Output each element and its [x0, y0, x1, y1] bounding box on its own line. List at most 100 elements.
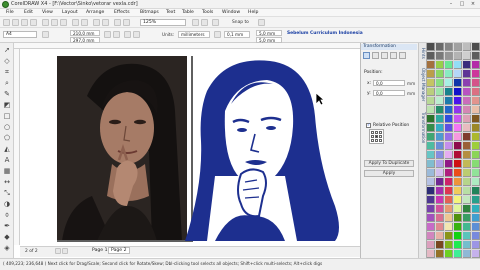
rectangle-tool-icon[interactable]: □ — [3, 112, 11, 120]
color-swatch[interactable] — [445, 196, 453, 204]
color-swatch[interactable] — [472, 88, 480, 96]
color-swatch[interactable] — [454, 169, 462, 177]
cut-icon[interactable] — [42, 19, 49, 26]
color-swatch[interactable] — [472, 70, 480, 78]
apply-button[interactable]: Apply — [364, 170, 414, 177]
color-swatch[interactable] — [454, 97, 462, 105]
color-swatch[interactable] — [436, 124, 444, 132]
import-icon[interactable] — [93, 19, 100, 26]
menu-window[interactable]: Window — [222, 10, 240, 15]
color-swatch[interactable] — [454, 214, 462, 222]
color-swatch[interactable] — [427, 70, 435, 78]
color-swatch[interactable] — [445, 43, 453, 51]
undo-icon[interactable] — [72, 19, 79, 26]
color-swatch[interactable] — [436, 151, 444, 159]
color-swatch[interactable] — [472, 223, 480, 231]
color-swatch[interactable] — [454, 88, 462, 96]
color-swatch[interactable] — [463, 52, 471, 60]
color-swatch[interactable] — [463, 79, 471, 87]
menu-layout[interactable]: Layout — [62, 10, 78, 15]
color-swatch[interactable] — [454, 241, 462, 249]
color-swatch[interactable] — [427, 223, 435, 231]
color-swatch[interactable] — [427, 160, 435, 168]
relative-position-checkbox[interactable]: ✓ — [366, 123, 371, 128]
color-swatch[interactable] — [472, 151, 480, 159]
color-swatch[interactable] — [454, 43, 462, 51]
color-swatch[interactable] — [454, 160, 462, 168]
tab-page-2[interactable]: Page 2 — [108, 247, 130, 254]
color-swatch[interactable] — [463, 160, 471, 168]
portrait-icon[interactable] — [104, 31, 111, 38]
redo-icon[interactable] — [81, 19, 88, 26]
color-swatch[interactable] — [445, 160, 453, 168]
vector-portrait[interactable] — [185, 56, 365, 246]
color-swatch[interactable] — [436, 61, 444, 69]
anchor-middle-right[interactable] — [379, 135, 382, 138]
color-swatch[interactable] — [454, 205, 462, 213]
color-swatch[interactable] — [463, 97, 471, 105]
shape-tool-icon[interactable]: ◇ — [3, 57, 11, 65]
color-swatch[interactable] — [445, 151, 453, 159]
anchor-bottom-left[interactable] — [371, 139, 374, 142]
position-y-input[interactable]: 0,0 — [373, 90, 405, 96]
color-swatch[interactable] — [463, 70, 471, 78]
color-swatch[interactable] — [472, 160, 480, 168]
color-swatch[interactable] — [445, 169, 453, 177]
color-swatch[interactable] — [463, 187, 471, 195]
color-swatch[interactable] — [445, 88, 453, 96]
basic-shapes-tool-icon[interactable]: ◭ — [3, 145, 11, 153]
menu-bitmaps[interactable]: Bitmaps — [140, 10, 159, 15]
current-page-icon[interactable] — [133, 31, 140, 38]
color-swatch[interactable] — [472, 169, 480, 177]
anchor-bottom-right[interactable] — [379, 139, 382, 142]
nudge-field[interactable]: 0,1 mm — [224, 31, 250, 38]
color-swatch[interactable] — [472, 106, 480, 114]
color-swatch[interactable] — [436, 160, 444, 168]
color-swatch[interactable] — [463, 88, 471, 96]
color-swatch[interactable] — [472, 205, 480, 213]
color-swatch[interactable] — [445, 232, 453, 240]
color-swatch[interactable] — [463, 214, 471, 222]
skew-tab-icon[interactable] — [399, 52, 406, 59]
anchor-top-left[interactable] — [371, 131, 374, 134]
save-icon[interactable] — [21, 19, 28, 26]
anchor-center[interactable] — [375, 135, 378, 138]
enhanced-view-icon[interactable] — [212, 19, 219, 26]
color-swatch[interactable] — [454, 52, 462, 60]
connector-tool-icon[interactable]: ⤡ — [3, 189, 11, 197]
menu-effects[interactable]: Effects — [114, 10, 130, 15]
color-swatch[interactable] — [472, 79, 480, 87]
color-swatch[interactable] — [427, 205, 435, 213]
paper-type-select[interactable]: A4 — [3, 31, 37, 38]
duplicate-x-field[interactable]: 5,0 mm — [256, 30, 282, 36]
color-swatch[interactable] — [427, 43, 435, 51]
color-swatch[interactable] — [463, 178, 471, 186]
rotate-tab-icon[interactable] — [372, 52, 379, 59]
paste-icon[interactable] — [60, 19, 67, 26]
position-x-input[interactable]: 0,0 — [373, 80, 405, 86]
color-swatch[interactable] — [463, 205, 471, 213]
color-swatch[interactable] — [427, 79, 435, 87]
color-swatch[interactable] — [463, 61, 471, 69]
color-swatch[interactable] — [472, 52, 480, 60]
minimize-button[interactable]: – — [446, 1, 456, 8]
color-palette[interactable] — [426, 43, 480, 258]
zoom-tool-icon[interactable]: ⌕ — [3, 79, 11, 87]
color-swatch[interactable] — [427, 115, 435, 123]
color-swatch[interactable] — [472, 61, 480, 69]
color-swatch[interactable] — [427, 187, 435, 195]
color-swatch[interactable] — [427, 169, 435, 177]
coreldraw-logo-icon[interactable] — [2, 1, 9, 8]
color-swatch[interactable] — [472, 133, 480, 141]
color-swatch[interactable] — [445, 250, 453, 258]
color-swatch[interactable] — [436, 88, 444, 96]
color-swatch[interactable] — [463, 142, 471, 150]
previous-page-icon[interactable] — [55, 248, 61, 254]
welcome-screen-icon[interactable] — [123, 19, 130, 26]
menu-tools[interactable]: Tools — [202, 10, 213, 15]
full-screen-icon[interactable] — [192, 19, 199, 26]
color-swatch[interactable] — [472, 115, 480, 123]
pick-tool-icon[interactable]: ➚ — [3, 46, 11, 54]
color-swatch[interactable] — [463, 133, 471, 141]
size-tab-icon[interactable] — [390, 52, 397, 59]
